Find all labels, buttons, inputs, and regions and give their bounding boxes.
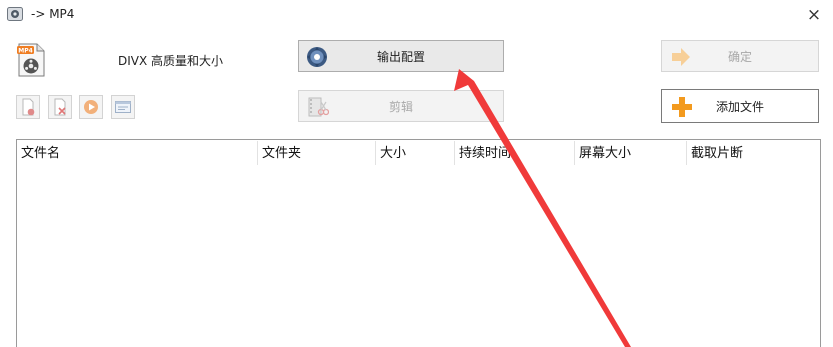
clear-list-tool[interactable] <box>48 95 72 119</box>
ok-button[interactable]: 确定 <box>661 40 819 72</box>
column-header-filename[interactable]: 文件名 <box>17 141 258 165</box>
output-config-button[interactable]: 输出配置 <box>298 40 504 72</box>
add-file-button[interactable]: 添加文件 <box>661 89 819 123</box>
output-config-label: 输出配置 <box>376 49 425 64</box>
media-info-tool[interactable] <box>111 95 135 119</box>
svg-text:MP4: MP4 <box>18 48 33 55</box>
title-bar: -> MP4 × <box>0 0 833 30</box>
output-format-label: DIVX 高质量和大小 <box>118 54 224 68</box>
ok-label: 确定 <box>727 49 752 64</box>
delete-icon <box>54 98 66 116</box>
dialog-window: -> MP4 × MP4 DIVX 高质量和大小 输出配置 确定 剪辑 添加文件… <box>0 0 833 347</box>
play-tool[interactable] <box>79 95 103 119</box>
info-window-icon <box>115 101 131 113</box>
remove-file-tool[interactable] <box>16 95 40 119</box>
remove-file-icon <box>22 98 35 116</box>
close-button[interactable]: × <box>800 3 828 27</box>
column-header-clip-segment[interactable]: 截取片断 <box>687 141 821 165</box>
column-header-duration[interactable]: 持续时间 <box>455 141 575 165</box>
column-header-folder[interactable]: 文件夹 <box>258 141 376 165</box>
mp4-file-icon: MP4 <box>17 43 45 77</box>
column-header-screen-size[interactable]: 屏幕大小 <box>575 141 687 165</box>
app-icon <box>7 7 23 21</box>
window-title: -> MP4 <box>31 7 75 21</box>
column-header-size[interactable]: 大小 <box>376 141 455 165</box>
add-file-label: 添加文件 <box>715 99 764 114</box>
file-list[interactable]: 文件名 文件夹 大小 持续时间 屏幕大小 截取片断 <box>16 139 821 347</box>
clip-button[interactable]: 剪辑 <box>298 90 504 122</box>
play-icon <box>84 100 98 114</box>
clip-label: 剪辑 <box>388 99 413 114</box>
